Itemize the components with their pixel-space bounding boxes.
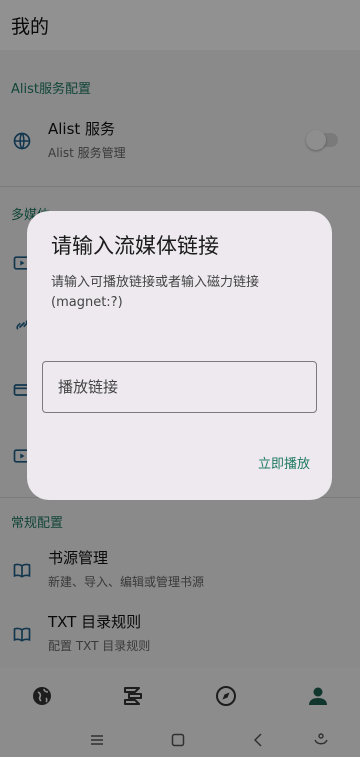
dialog-message: 请输入可播放链接或者输入磁力链接 (magnet:?): [51, 275, 260, 310]
screen: 我的 Alist服务配置 Alist 服务 Alist 服务管理 多媒体 常规配…: [0, 0, 360, 757]
play-link-input[interactable]: [43, 362, 316, 412]
play-now-button[interactable]: 立即播放: [258, 453, 310, 472]
play-link-field[interactable]: [42, 361, 317, 413]
stream-link-dialog: 请输入流媒体链接 请输入可播放链接或者输入磁力链接 (magnet:?) 立即播…: [27, 211, 332, 500]
dialog-title: 请输入流媒体链接: [51, 234, 219, 258]
